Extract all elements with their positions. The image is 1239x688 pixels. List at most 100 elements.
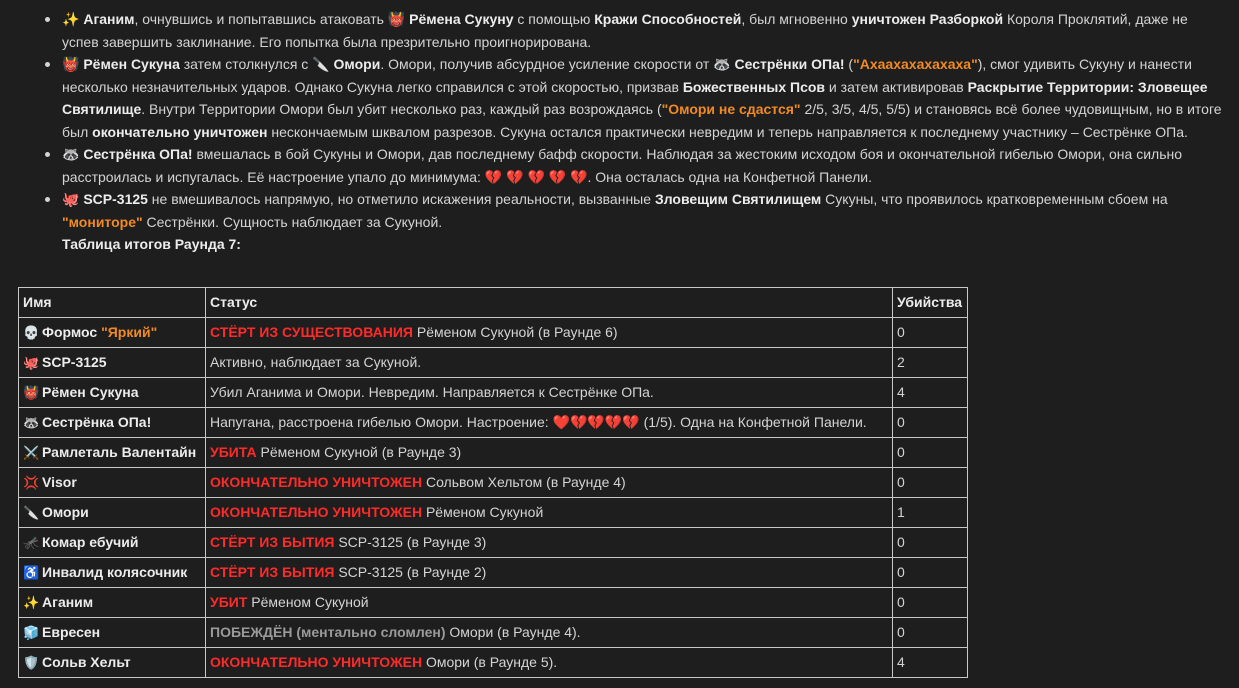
bold-text: Сестрёнки ОПа!: [730, 56, 845, 72]
bold-text: Сестрёнка ОПа!: [83, 146, 193, 162]
cell-status: СТЁРТ ИЗ СУЩЕСТВОВАНИЯ Рёменом Сукуной (…: [205, 317, 893, 348]
status-text: SCP-3125 (в Раунде 2): [334, 564, 487, 581]
participant-name: Формос: [42, 323, 102, 340]
cell-status: СТЁРТ ИЗ БЫТИЯ SCP-3125 (в Раунде 3): [205, 527, 893, 558]
bold-text: окончательно уничтожен: [92, 123, 268, 140]
status-text: Рёменом Сукуной: [422, 504, 544, 521]
status-highlight: СТЁРТ ИЗ БЫТИЯ: [210, 564, 335, 581]
participant-name: Сестрёнка ОПа!: [42, 413, 152, 430]
body-text: Сестрёнки. Сущность наблюдает за Сукуной…: [142, 213, 443, 230]
chat-message: ✨ Аганим, очнувшись и попытавшись атаков…: [0, 0, 1239, 256]
cell-kills: 0: [892, 467, 968, 498]
cell-kills: 0: [892, 587, 968, 618]
wheelchair-icon: ♿: [23, 564, 40, 580]
status-text: SCP-3125 (в Раунде 3): [334, 534, 487, 551]
knife-icon: 🔪: [312, 56, 330, 72]
summary-item: 🐙 SCP-3125 не вмешивалось напрямую, но о…: [45, 188, 1223, 233]
status-highlight: ОКОНЧАТЕЛЬНО УНИЧТОЖЕН: [210, 474, 423, 491]
cell-name: 💢 Visor: [18, 467, 206, 498]
summary-list: ✨ Аганим, очнувшись и попытавшись атаков…: [45, 8, 1223, 233]
table-row: 💢 Visor ОКОНЧАТЕЛЬНО УНИЧТОЖЕН Сольвом Хел…: [18, 467, 968, 498]
status-text: Омори (в Раунде 4).: [445, 624, 581, 641]
participant-name: SCP-3125: [42, 353, 107, 370]
bold-text: Божественных Псов: [682, 78, 826, 95]
status-text: Рёменом Сукуной (в Раунде 3): [256, 444, 462, 461]
body-text: с помощью: [513, 11, 595, 27]
mosquito-icon: 🦟: [23, 534, 40, 550]
bold-text: Рёмен Сукуна: [83, 56, 180, 72]
body-text: и затем активировав: [825, 78, 968, 95]
table-row: 🔪 Омори ОКОНЧАТЕЛЬНО УНИЧТОЖЕН Рёменом Сук…: [18, 497, 968, 528]
raccoon-icon: 🦝: [62, 146, 80, 162]
table-row: 👹 Рёмен Сукуна Убил Аганима и Омори. Невре…: [18, 377, 968, 408]
body-text: . Она осталась одна на Конфетной Панели.: [587, 168, 872, 185]
cell-name: ✨ Аганим: [18, 587, 206, 618]
cell-status: ОКОНЧАТЕЛЬНО УНИЧТОЖЕН Сольвом Хельтом (…: [205, 467, 893, 498]
participant-name: Инвалид колясочник: [42, 563, 188, 580]
sparkles-icon: ✨: [62, 11, 80, 27]
participant-nickname: "Яркий": [101, 323, 158, 340]
cell-kills: 0: [892, 557, 968, 588]
quote-text: "Ахаахахахахаха": [853, 56, 978, 72]
participant-name: Сольв Хельт: [42, 653, 131, 670]
cell-name: 🔪 Омори: [18, 497, 206, 528]
table-header-row: Имя Статус Убийства: [18, 287, 968, 318]
status-text: Рёменом Сукуной: [247, 594, 369, 611]
cell-status: ПОБЕЖДЁН (ментально сломлен) Омори (в Ра…: [205, 617, 893, 648]
cell-name: ⚔️ Рамлеталь Валентайн: [18, 437, 206, 468]
body-text: . Внутри Территории Омори был убит неско…: [141, 101, 662, 117]
cell-status: Убил Аганима и Омори. Невредим. Направля…: [205, 377, 893, 408]
ogre-icon: 👹: [387, 11, 406, 27]
cell-name: 🛡️ Сольв Хельт: [18, 647, 206, 678]
mood-hearts: ❤️💔💔💔💔: [552, 414, 640, 431]
participant-name: Аганим: [42, 593, 94, 610]
cell-status: ОКОНЧАТЕЛЬНО УНИЧТОЖЕН Рёменом Сукуной: [205, 497, 893, 528]
bold-text: Кражи Способностей: [594, 11, 742, 27]
status-highlight: ПОБЕЖДЁН (ментально сломлен): [210, 624, 446, 641]
body-text: затем столкнулся с: [179, 56, 313, 72]
crossed-swords-icon: ⚔️: [23, 444, 40, 460]
participant-name: Комар ебучий: [42, 533, 139, 550]
status-text: Напугана, расстроена гибелью Омори. Наст…: [210, 414, 553, 431]
cell-name: 🦟 Комар ебучий: [18, 527, 206, 558]
cell-kills: 4: [892, 647, 968, 678]
table-row: 🐙 SCP-3125 Активно, наблюдает за Сукуной. 2: [18, 347, 968, 378]
status-highlight: ОКОНЧАТЕЛЬНО УНИЧТОЖЕН: [210, 504, 423, 521]
anger-symbol-icon: 💢: [23, 474, 40, 490]
cell-status: УБИТА Рёменом Сукуной (в Раунде 3): [205, 437, 893, 468]
bold-text: Аганим: [83, 11, 135, 27]
status-text: Сольвом Хельтом (в Раунде 4): [422, 474, 626, 491]
body-text: . Омори, получив абсурдное усиление скор…: [380, 56, 714, 72]
raccoon-icon: 🦝: [23, 414, 40, 430]
shield-icon: 🛡️: [23, 654, 40, 670]
sparkles-icon: ✨: [23, 594, 40, 610]
status-text: Омори (в Раунде 5).: [422, 654, 558, 671]
table-row: ✨ Аганим УБИТ Рёменом Сукуной 0: [18, 587, 968, 618]
status-highlight: ОКОНЧАТЕЛЬНО УНИЧТОЖЕН: [210, 654, 423, 671]
status-text: Убил Аганима и Омори. Невредим. Направля…: [210, 384, 654, 401]
knife-icon: 🔪: [23, 504, 40, 520]
status-highlight: СТЁРТ ИЗ СУЩЕСТВОВАНИЯ: [210, 324, 413, 341]
header-kills: Убийства: [892, 287, 968, 318]
cell-name: 🧊 Евресен: [18, 617, 206, 648]
body-text: (: [844, 56, 854, 72]
cell-kills: 4: [892, 377, 968, 408]
table-row: ⚔️ Рамлеталь Валентайн УБИТА Рёменом Сукун…: [18, 437, 968, 468]
participant-name: Рёмен Сукуна: [42, 383, 139, 400]
bold-text: Рёмена Сукуну: [405, 11, 514, 27]
cell-kills: 0: [892, 317, 968, 348]
skull-icon: 💀: [23, 324, 40, 340]
body-text: не вмешивалось напрямую, но отметило иск…: [147, 191, 655, 207]
summary-item: 👹 Рёмен Сукуна затем столкнулся с 🔪 Омор…: [45, 53, 1223, 143]
header-name: Имя: [18, 287, 206, 318]
header-status: Статус: [205, 287, 893, 318]
quote-text: "Омори не сдастся": [661, 101, 801, 117]
status-highlight: УБИТ: [210, 594, 248, 611]
table-row: ♿ Инвалид колясочник СТЁРТ ИЗ БЫТИЯ SCP-31…: [18, 557, 968, 588]
cell-name: ♿ Инвалид колясочник: [18, 557, 206, 588]
table-row: 🦝 Сестрёнка ОПа! Напугана, расстроена гибе…: [18, 407, 968, 438]
table-row: 🛡️ Сольв Хельт ОКОНЧАТЕЛЬНО УНИЧТОЖЕН Омор…: [18, 647, 968, 678]
summary-item: ✨ Аганим, очнувшись и попытавшись атаков…: [45, 8, 1223, 53]
body-text: Сукуны, что проявилось кратковременным с…: [821, 191, 1168, 207]
table-row: 🦟 Комар ебучий СТЁРТ ИЗ БЫТИЯ SCP-3125 (в …: [18, 527, 968, 558]
